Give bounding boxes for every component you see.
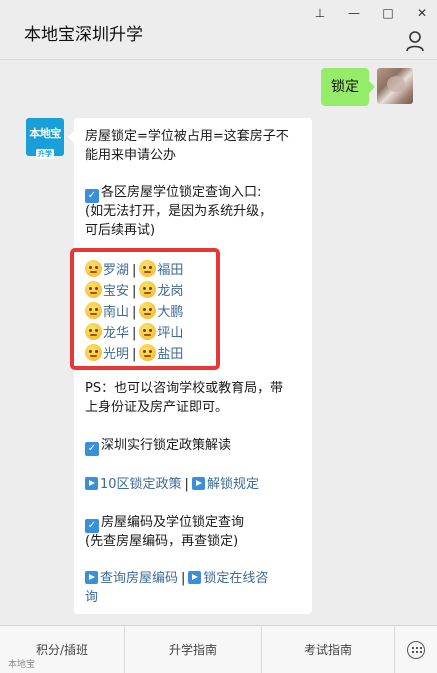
section1-title: 各区房屋学位锁定查询入口: bbox=[101, 185, 262, 200]
separator: | bbox=[181, 571, 186, 586]
checkbox-icon: ✓ bbox=[85, 519, 99, 533]
section1-heading: ✓ 各区房屋学位锁定查询入口: bbox=[85, 183, 261, 203]
profile-icon[interactable] bbox=[405, 30, 425, 52]
separator: | bbox=[184, 477, 189, 492]
note-line-1: (如无法打开，是因为系统升级， bbox=[85, 204, 273, 219]
keyboard-icon bbox=[407, 640, 425, 659]
note-line-3: (先查房屋编码，再查锁定) bbox=[85, 534, 239, 549]
bottom-menu: 积分/插班 升学指南 考试指南 bbox=[0, 625, 437, 673]
maximize-icon[interactable]: □ bbox=[381, 4, 395, 22]
bot-avatar-line1: 本地宝 bbox=[29, 127, 61, 140]
section3-title: 房屋编码及学位锁定查询 bbox=[101, 515, 245, 530]
intro-line-1: 房屋锁定=学位被占用=这套房子不 bbox=[85, 129, 289, 144]
unlock-rules-link[interactable]: 解锁规定 bbox=[207, 477, 259, 492]
consult-link[interactable]: 锁定在线咨 bbox=[203, 571, 268, 586]
bot-avatar-line2: 升学 bbox=[36, 149, 54, 159]
menu-item-exam-guide[interactable]: 考试指南 bbox=[262, 626, 395, 673]
outgoing-bubble[interactable]: 锁定 bbox=[321, 68, 375, 106]
ps-line-2: 上身份证及房产证即可。 bbox=[85, 400, 229, 415]
minimize-icon[interactable]: — bbox=[347, 4, 361, 22]
keyboard-toggle[interactable] bbox=[395, 626, 437, 673]
play-icon bbox=[85, 571, 98, 584]
pin-icon[interactable]: ⊥ bbox=[313, 4, 327, 22]
window-controls: ⊥ — □ ✕ bbox=[313, 4, 429, 22]
play-icon bbox=[191, 477, 205, 490]
close-icon[interactable]: ✕ bbox=[415, 4, 429, 22]
bot-avatar[interactable]: 本地宝 升学 bbox=[26, 118, 64, 159]
consult-link-wrap[interactable]: 询 bbox=[85, 588, 98, 607]
section2-title: 深圳实行锁定政策解读 bbox=[101, 438, 232, 453]
ps-line-1: PS：也可以咨询学校或教育局，带 bbox=[85, 381, 284, 396]
section3-heading: ✓ 房屋编码及学位锁定查询 bbox=[85, 513, 244, 533]
menu-item-admission-guide[interactable]: 升学指南 bbox=[125, 626, 262, 673]
checkbox-icon: ✓ bbox=[85, 442, 99, 456]
user-avatar[interactable] bbox=[377, 68, 413, 104]
query-links-row: 查询房屋编码 | 锁定在线咨 bbox=[85, 569, 268, 588]
highlight-box bbox=[70, 248, 220, 370]
watermark: 本地宝 bbox=[8, 660, 36, 670]
play-icon bbox=[188, 571, 202, 584]
policy-link[interactable]: 10区锁定政策 bbox=[100, 477, 182, 492]
intro-line-2: 能用来申请公办 bbox=[85, 148, 177, 163]
chat-title: 本地宝深圳升学 bbox=[24, 25, 143, 45]
policy-links-row: 10区锁定政策 | 解锁规定 bbox=[85, 475, 259, 494]
checkbox-icon: ✓ bbox=[85, 189, 99, 203]
section2-heading: ✓ 深圳实行锁定政策解读 bbox=[85, 436, 231, 456]
outgoing-message-row: 锁定 bbox=[321, 68, 413, 106]
house-code-link[interactable]: 查询房屋编码 bbox=[100, 571, 178, 586]
play-icon bbox=[85, 477, 98, 490]
note-line-2: 可后续再试) bbox=[85, 223, 156, 238]
